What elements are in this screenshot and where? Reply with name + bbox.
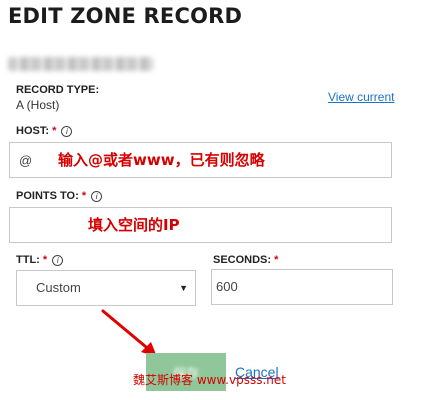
seconds-label-group: SECONDS: * [213,254,278,266]
record-type-label: RECORD TYPE: [16,84,100,96]
ttl-select-value: Custom [36,280,81,295]
seconds-label: SECONDS: [213,254,272,266]
host-annotation: 输入@或者www，已有则忽略 [58,151,265,169]
blurred-domain-name [8,57,153,71]
host-label-group: HOST: * i [16,125,73,137]
watermark: 魏艾斯博客 www.vpsss.net [133,373,286,387]
ttl-required-mark: * [42,254,48,266]
view-current-link[interactable]: View current [328,90,394,104]
info-icon[interactable]: i [52,254,64,266]
ttl-label: TTL: [16,254,40,266]
seconds-input[interactable]: 600 [211,269,393,305]
points-to-label: POINTS TO: [16,190,79,202]
host-required-mark: * [52,125,57,137]
ttl-select[interactable]: Custom ▼ [16,270,196,306]
record-type-value: A (Host) [16,98,60,112]
points-to-required-mark: * [81,190,87,202]
info-icon[interactable]: i [91,190,103,202]
info-icon[interactable]: i [61,125,73,137]
ttl-label-group: TTL: * i [16,254,64,266]
page-title: EDIT ZONE RECORD [8,4,243,28]
points-to-input[interactable] [9,207,392,243]
points-to-annotation: 填入空间的IP [88,216,180,234]
chevron-down-icon: ▼ [179,283,188,293]
host-label: HOST: [16,125,49,137]
seconds-input-value: 600 [216,279,238,294]
points-to-label-group: POINTS TO: * i [16,190,103,202]
seconds-required-mark: * [274,254,279,266]
host-input-value: @ [19,153,33,168]
